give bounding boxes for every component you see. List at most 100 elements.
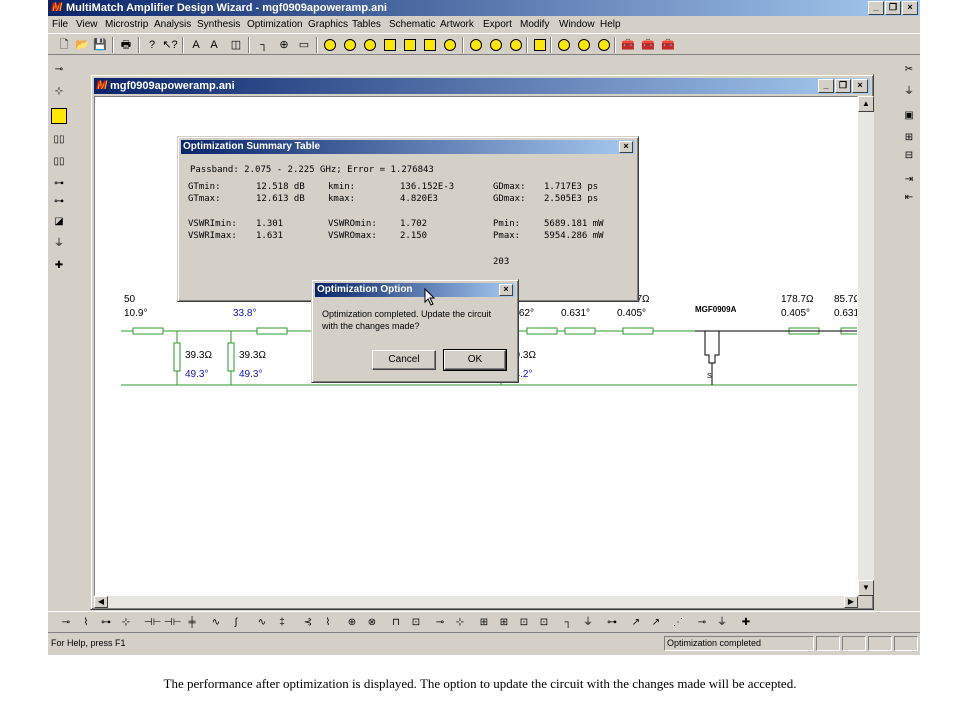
open-folder-icon[interactable]: 📂 — [74, 37, 90, 53]
block-element-icon[interactable] — [51, 108, 67, 124]
circles-icon[interactable] — [362, 37, 378, 53]
child-close-button[interactable]: × — [852, 79, 868, 93]
capacitor-shunt-2-icon[interactable]: ⊣⊢ — [164, 615, 181, 631]
help-question-icon[interactable]: ? — [144, 37, 160, 53]
close-button[interactable]: × — [902, 1, 918, 15]
summary-close-button[interactable]: × — [619, 141, 633, 153]
context-help-icon[interactable]: ↖? — [162, 37, 178, 53]
transformer-icon[interactable]: ⊓ — [388, 615, 404, 631]
ground-icon[interactable]: ⏚ — [51, 236, 67, 252]
subtract-tool-icon[interactable]: ⊟ — [901, 148, 917, 164]
menu-modify[interactable]: Modify — [520, 18, 549, 31]
lc-shunt-icon[interactable]: ‡ — [274, 615, 290, 631]
minimize-button[interactable]: _ — [868, 1, 884, 15]
pulse-icon[interactable] — [532, 37, 548, 53]
menu-optimization[interactable]: Optimization — [247, 18, 303, 31]
circle-plot-2-icon[interactable] — [576, 37, 592, 53]
component-lib-3-icon[interactable]: 🧰 — [660, 37, 676, 53]
menu-artwork[interactable]: Artwork — [440, 18, 474, 31]
coupler-icon[interactable]: ⊕ — [344, 615, 360, 631]
bend-icon[interactable]: ↗ — [628, 615, 644, 631]
circuit-element-4-icon[interactable]: ⊶ — [51, 194, 67, 210]
two-port-icon[interactable]: ◫ — [228, 37, 244, 53]
stub-open-icon[interactable]: ┐ — [560, 615, 576, 631]
print-icon[interactable]: 🖶 — [118, 37, 134, 53]
scroll-down-button[interactable]: ▼ — [858, 580, 874, 596]
menu-tables[interactable]: Tables — [352, 18, 381, 31]
tee-junction-icon[interactable]: ⊶ — [604, 615, 620, 631]
bend-2-icon[interactable]: ↗ — [648, 615, 664, 631]
tank-icon[interactable]: ⊰ — [300, 615, 316, 631]
tee-icon[interactable]: ⊕ — [276, 37, 292, 53]
port-icon[interactable]: ⊸ — [432, 615, 448, 631]
coupler-2-icon[interactable]: ⊗ — [364, 615, 380, 631]
matrix-icon[interactable]: ▭ — [296, 37, 312, 53]
cut-icon[interactable]: ✂ — [901, 62, 917, 78]
resistor-series-icon[interactable]: ⊸ — [58, 615, 74, 631]
menu-graphics[interactable]: Graphics — [308, 18, 348, 31]
swap-icon[interactable] — [422, 37, 438, 53]
menu-file[interactable]: File — [52, 18, 68, 31]
smith-icon[interactable] — [322, 37, 338, 53]
capacitor-series-icon[interactable]: ⊣⊢ — [144, 615, 161, 631]
menu-microstrip[interactable]: Microstrip — [105, 18, 148, 31]
smith-admittance-icon[interactable] — [342, 37, 358, 53]
circle-plot-icon[interactable] — [556, 37, 572, 53]
circuit-element-3-icon[interactable]: ⊶ — [51, 176, 67, 192]
ground-via-icon[interactable]: ⏚ — [714, 615, 730, 631]
menu-export[interactable]: Export — [483, 18, 512, 31]
transformer-2-icon[interactable]: ⊡ — [408, 615, 424, 631]
block-b-icon[interactable]: ⊞ — [496, 615, 512, 631]
menu-window[interactable]: Window — [559, 18, 595, 31]
component-lib-2-icon[interactable]: 🧰 — [640, 37, 656, 53]
via-icon[interactable]: ⊸ — [694, 615, 710, 631]
ok-button[interactable]: OK — [443, 349, 507, 371]
menu-schematic[interactable]: Schematic — [389, 18, 436, 31]
network-icon[interactable] — [402, 37, 418, 53]
stub-icon[interactable]: ┐ — [256, 37, 272, 53]
grid-icon[interactable] — [382, 37, 398, 53]
save-icon[interactable]: 💾 — [92, 37, 108, 53]
component-lib-icon[interactable]: 🧰 — [620, 37, 636, 53]
new-file-icon[interactable]: 🗋 — [56, 37, 72, 53]
schematic-window-titlebar[interactable]: M mgf0909apoweramp.ani _ ❐ × — [94, 78, 870, 94]
synthesis-a2-icon[interactable]: A — [206, 37, 222, 53]
inductor-shunt-icon[interactable]: ⊹ — [118, 615, 134, 631]
shunt-element-icon[interactable]: ⊹ — [51, 84, 67, 100]
summary-dialog-titlebar[interactable]: Optimization Summary Table × — [181, 140, 635, 154]
block-a-icon[interactable]: ⊞ — [476, 615, 492, 631]
vertical-scrollbar[interactable]: ▲ ▼ — [858, 96, 874, 596]
box-tool-icon[interactable]: ▣ — [901, 108, 917, 124]
cancel-button[interactable]: Cancel — [372, 350, 436, 370]
menu-view[interactable]: View — [76, 18, 98, 31]
inductor-series-icon[interactable]: ⊶ — [98, 615, 114, 631]
add-tool-icon[interactable]: ⊞ — [901, 130, 917, 146]
lc-series-icon[interactable]: ∿ — [254, 615, 270, 631]
coil-shunt-icon[interactable]: ∫ — [228, 615, 244, 631]
child-minimize-button[interactable]: _ — [818, 79, 834, 93]
port-2-icon[interactable]: ⊹ — [452, 615, 468, 631]
block-c-icon[interactable]: ⊡ — [516, 615, 532, 631]
tank-shunt-icon[interactable]: ⌇ — [320, 615, 336, 631]
ground-tool-icon[interactable]: ⏚ — [901, 84, 917, 100]
menu-synthesis[interactable]: Synthesis — [197, 18, 240, 31]
option-dialog-titlebar[interactable]: Optimization Option × — [315, 283, 515, 297]
option-close-button[interactable]: × — [499, 284, 513, 296]
app-titlebar[interactable]: M MultiMatch Amplifier Design Wizard - m… — [48, 0, 920, 16]
capacitor-shunt-icon[interactable]: ╪ — [184, 615, 200, 631]
tune-icon[interactable] — [442, 37, 458, 53]
scroll-up-button[interactable]: ▲ — [858, 96, 874, 112]
coil-series-icon[interactable]: ∿ — [208, 615, 224, 631]
synthesis-a-icon[interactable]: A — [188, 37, 204, 53]
circuit-element-icon[interactable]: ▯▯ — [51, 132, 67, 148]
insert-right-icon[interactable]: ⇥ — [901, 172, 917, 188]
restore-button[interactable]: ❐ — [885, 1, 901, 15]
child-restore-button[interactable]: ❐ — [835, 79, 851, 93]
scroll-left-button[interactable]: ◀ — [94, 596, 108, 608]
scroll-right-button[interactable]: ▶ — [844, 596, 858, 608]
circle-plot-3-icon[interactable] — [596, 37, 612, 53]
taper-icon[interactable]: ⋰ — [670, 615, 686, 631]
noise-circle-icon[interactable] — [488, 37, 504, 53]
block-d-icon[interactable]: ⊡ — [536, 615, 552, 631]
transistor-icon[interactable]: ◪ — [51, 214, 67, 230]
